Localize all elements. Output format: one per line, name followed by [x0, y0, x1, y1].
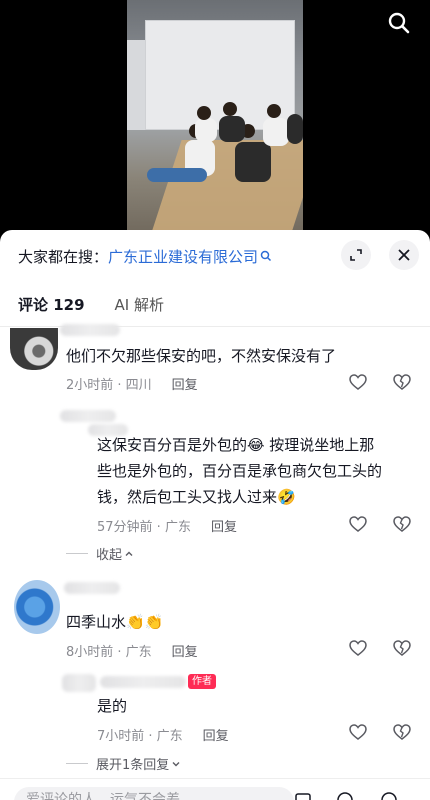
reply-button[interactable]: 回复	[172, 641, 198, 660]
collapse-label: 收起	[96, 548, 123, 563]
comment-item: 作者 是的 7小时前 · 广东 回复 展开1条回复	[0, 666, 430, 778]
avatar-blurred[interactable]	[60, 410, 116, 422]
avatar-blurred[interactable]	[62, 674, 96, 692]
search-icon	[388, 12, 410, 34]
search-small-icon	[260, 250, 272, 262]
comment-text-line: 些也是外包的，百分百是承包商欠包工头的	[97, 462, 383, 480]
collapse-replies-button[interactable]: 收起	[66, 544, 134, 563]
like-icon[interactable]	[348, 372, 368, 392]
search-suggestion-prefix: 大家都在搜：	[18, 247, 109, 266]
search-button[interactable]	[384, 8, 414, 38]
reply-button[interactable]: 回复	[172, 374, 198, 393]
dislike-icon[interactable]	[392, 514, 412, 534]
dislike-icon[interactable]	[392, 372, 412, 392]
comment-time-location: 8小时前 · 广东	[66, 645, 152, 660]
close-button[interactable]	[389, 240, 419, 270]
username-blurred[interactable]	[100, 676, 186, 688]
comment-item: 四季山水👏👏 8小时前 · 广东 回复	[0, 576, 430, 666]
comment-item: 他们不欠那些保安的吧，不然安保没有了 2小时前 · 四川 回复	[0, 324, 430, 406]
comment-tabs: 评论 129 AI 解析	[18, 294, 164, 315]
video-area[interactable]	[0, 0, 430, 240]
comment-text-line: 这保安百分百是外包的😂 按理说坐地上那	[97, 436, 375, 454]
comment-text-line: 钱，然后包工头又找人过来🤣	[97, 488, 296, 506]
comment-text: 四季山水👏👏	[66, 613, 164, 631]
comment-input-bar: 爱评论的人，运气不会差	[0, 778, 430, 800]
like-icon[interactable]	[348, 514, 368, 534]
comment-time-location: 2小时前 · 四川	[66, 378, 152, 393]
author-badge: 作者	[188, 674, 216, 689]
at-icon[interactable]	[336, 791, 354, 800]
comment-text: 他们不欠那些保安的吧，不然安保没有了	[66, 347, 337, 365]
comment-sheet: 大家都在搜： 广东正业建设有限公司 评论 129 AI 解析 他们不欠那些保安的…	[0, 230, 430, 800]
avatar[interactable]	[10, 328, 58, 370]
dislike-icon[interactable]	[392, 722, 412, 742]
like-icon[interactable]	[348, 722, 368, 742]
comment-item: 这保安百分百是外包的😂 按理说坐地上那 些也是外包的，百分百是承包商欠包工头的 …	[0, 406, 430, 566]
close-icon	[398, 249, 410, 261]
comment-input[interactable]: 爱评论的人，运气不会差	[14, 787, 294, 800]
reply-button[interactable]: 回复	[211, 516, 237, 535]
dislike-icon[interactable]	[392, 638, 412, 658]
expand-label: 展开1条回复	[96, 758, 170, 773]
like-icon[interactable]	[348, 638, 368, 658]
video-thumbnail[interactable]	[127, 0, 303, 238]
chevron-up-icon	[125, 551, 133, 556]
tab-comments[interactable]: 评论 129	[18, 294, 85, 315]
chevron-down-icon	[172, 761, 180, 766]
comment-time-location: 57分钟前 · 广东	[97, 520, 191, 535]
image-icon[interactable]	[294, 791, 312, 800]
expand-button[interactable]	[341, 240, 371, 270]
comment-meta: 2小时前 · 四川 回复	[66, 374, 198, 393]
comment-text: 是的	[97, 697, 128, 715]
comment-meta: 7小时前 · 广东 回复	[97, 725, 229, 744]
expand-icon	[350, 249, 362, 261]
reply-button[interactable]: 回复	[203, 725, 229, 744]
comment-time-location: 7小时前 · 广东	[97, 729, 183, 744]
expand-replies-button[interactable]: 展开1条回复	[66, 754, 181, 773]
comment-meta: 8小时前 · 广东 回复	[66, 641, 198, 660]
search-suggestion-link[interactable]: 广东正业建设有限公司	[108, 246, 258, 267]
emoji-icon[interactable]	[380, 791, 398, 800]
tab-ai-analysis[interactable]: AI 解析	[115, 294, 164, 315]
avatar[interactable]	[14, 580, 60, 634]
username-blurred[interactable]	[64, 582, 120, 594]
search-suggestion[interactable]: 大家都在搜： 广东正业建设有限公司	[18, 244, 272, 268]
username-blurred[interactable]	[60, 324, 120, 336]
comment-meta: 57分钟前 · 广东 回复	[97, 516, 237, 535]
